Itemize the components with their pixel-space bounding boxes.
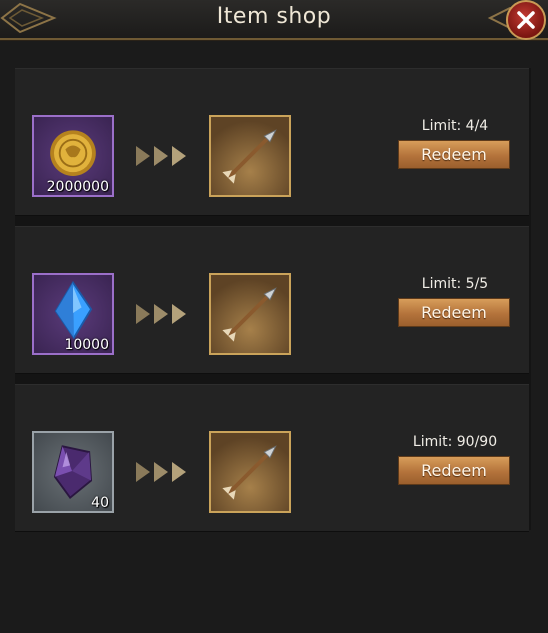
cost-quantity: 10000: [64, 337, 109, 353]
offer-row: 40 Limit: 90/90 Redeem: [15, 384, 529, 532]
redeem-button[interactable]: Redeem: [398, 298, 510, 327]
reward-item-slot[interactable]: [209, 273, 291, 355]
cost-item-slot[interactable]: 40: [32, 431, 114, 513]
arrow-icon: [222, 445, 277, 500]
purchase-limit: Limit: 5/5: [421, 276, 489, 292]
offer-row: 10000 Limit: 5/5 Redeem: [15, 226, 529, 374]
offer-row: 2000000 Limit: 4/4 Redeem: [15, 68, 529, 216]
cost-item-slot[interactable]: 2000000: [32, 115, 114, 197]
reward-item-slot[interactable]: [209, 115, 291, 197]
close-button[interactable]: [506, 0, 546, 40]
close-icon: [517, 11, 535, 29]
cost-item-slot[interactable]: 10000: [32, 273, 114, 355]
chevrons-right-icon: [136, 146, 186, 166]
cost-quantity: 2000000: [46, 179, 109, 195]
arrow-icon: [222, 287, 277, 342]
redeem-button[interactable]: Redeem: [398, 140, 510, 169]
reward-item-slot[interactable]: [209, 431, 291, 513]
chevrons-right-icon: [136, 462, 186, 482]
chevrons-right-icon: [136, 304, 186, 324]
redeem-button[interactable]: Redeem: [398, 456, 510, 485]
purchase-limit: Limit: 4/4: [421, 118, 489, 134]
purchase-limit: Limit: 90/90: [412, 434, 498, 450]
page-title: Item shop: [216, 4, 332, 29]
cost-quantity: 40: [91, 495, 109, 511]
arrow-icon: [222, 129, 277, 184]
header-bar: Item shop: [0, 0, 548, 40]
